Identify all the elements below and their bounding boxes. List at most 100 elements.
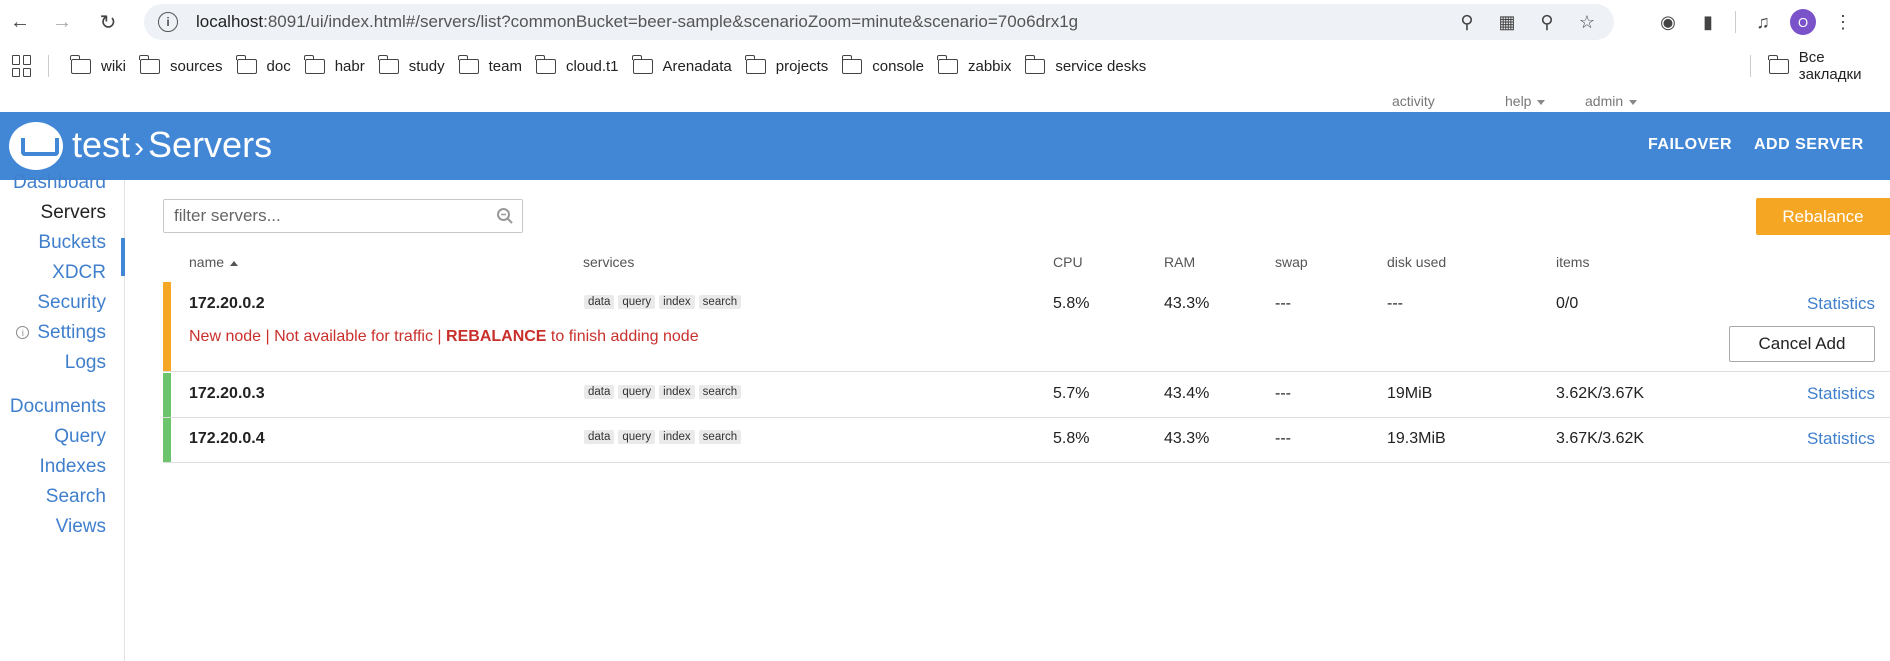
sidebar-item-label: Logs — [64, 352, 106, 373]
status-indicator — [163, 373, 171, 417]
column-header-swap[interactable]: swap — [1275, 254, 1308, 270]
column-header-services[interactable]: services — [583, 254, 634, 270]
server-row[interactable]: 172.20.0.3 data query index search 5.7% 43.… — [163, 373, 1890, 418]
all-bookmarks-label: Все закладки — [1798, 49, 1862, 83]
bookmark-item[interactable]: service desks — [1024, 54, 1146, 75]
server-name[interactable]: 172.20.0.4 — [189, 430, 265, 448]
bookmark-item[interactable]: doc — [235, 54, 291, 75]
admin-label: admin — [1585, 93, 1624, 109]
sidebar-item-views[interactable]: Views — [56, 516, 106, 538]
bookmark-item[interactable]: habr — [304, 54, 365, 75]
sidebar-item-label: XDCR — [52, 262, 106, 283]
back-arrow-icon[interactable]: ← — [2, 4, 38, 40]
reload-icon[interactable]: ↻ — [90, 4, 126, 40]
rebalance-button[interactable]: Rebalance — [1756, 198, 1890, 235]
sidebar-item-servers[interactable]: Servers — [41, 202, 106, 224]
sidebar-item-search[interactable]: Search — [46, 486, 106, 508]
translate-icon[interactable]: ▦ — [1494, 9, 1520, 35]
couchbase-logo-icon[interactable] — [9, 122, 63, 170]
sidebar-item-indexes[interactable]: Indexes — [39, 456, 106, 478]
bookmarks-divider — [1750, 55, 1751, 77]
address-bar[interactable]: i localhost:8091/ui/index.html#/servers/… — [144, 4, 1614, 40]
statistics-link[interactable]: Statistics — [1807, 429, 1875, 449]
sidebar-item-label: Query — [54, 426, 106, 447]
bookmark-item[interactable]: wiki — [70, 54, 126, 75]
activity-link[interactable]: activity — [1392, 93, 1435, 109]
menu-dots-icon[interactable]: ⋮ — [1830, 9, 1856, 35]
cancel-add-button[interactable]: Cancel Add — [1729, 326, 1875, 362]
star-icon[interactable]: ☆ — [1574, 9, 1600, 35]
sidebar-item-settings[interactable]: i Settings — [16, 322, 106, 344]
info-icon: i — [16, 326, 30, 340]
statistics-link[interactable]: Statistics — [1807, 294, 1875, 314]
server-row[interactable]: 172.20.0.2 data query index search 5.8% 43.… — [163, 282, 1890, 372]
column-header-disk[interactable]: disk used — [1387, 254, 1446, 270]
sidebar-item-buckets[interactable]: Buckets — [38, 232, 106, 254]
site-info-icon[interactable]: i — [158, 12, 178, 32]
server-ram: 43.3% — [1164, 295, 1210, 312]
bookmark-item[interactable]: study — [378, 54, 445, 75]
forward-arrow-icon[interactable]: → — [44, 4, 80, 40]
services-tags: data query index search — [584, 430, 742, 444]
server-name[interactable]: 172.20.0.3 — [189, 385, 265, 403]
url-text[interactable]: localhost:8091/ui/index.html#/servers/li… — [196, 12, 1078, 32]
service-tag: data — [584, 430, 615, 444]
server-swap: --- — [1275, 385, 1291, 402]
sidebar-item-documents[interactable]: Documents — [10, 396, 106, 418]
failover-button[interactable]: FAILOVER — [1648, 136, 1732, 154]
server-items: 3.67K/3.62K — [1556, 430, 1645, 447]
admin-menu[interactable]: admin — [1585, 93, 1638, 109]
server-ram: 43.4% — [1164, 385, 1210, 402]
bookmark-item[interactable]: Arenadata — [631, 54, 732, 75]
service-tag: index — [659, 430, 695, 444]
column-header-items[interactable]: items — [1556, 254, 1589, 270]
server-name[interactable]: 172.20.0.2 — [189, 295, 265, 313]
folder-icon — [378, 54, 399, 74]
service-tag: index — [659, 295, 695, 309]
help-menu[interactable]: help — [1505, 93, 1546, 109]
folder-icon — [937, 54, 958, 74]
all-bookmarks[interactable]: Все закладки — [1750, 48, 1890, 84]
server-row[interactable]: 172.20.0.4 data query index search 5.8% 43.… — [163, 418, 1890, 463]
bookmark-item[interactable]: projects — [745, 54, 828, 75]
cluster-name[interactable]: test — [72, 124, 130, 165]
sidebar-item-security[interactable]: Security — [37, 292, 106, 314]
bookmark-item[interactable]: cloud.t1 — [535, 54, 619, 75]
server-items: 3.62K/3.67K — [1556, 385, 1645, 402]
service-tag: search — [698, 430, 742, 444]
sidebar-item-label: Search — [45, 486, 106, 507]
sort-ascending-icon — [230, 260, 239, 266]
extensions-icon[interactable]: ▮ — [1695, 9, 1721, 35]
status-indicator — [163, 282, 171, 371]
bookmark-item[interactable]: team — [458, 54, 522, 75]
sidebar-item-dashboard[interactable]: Dashboard — [13, 172, 106, 194]
media-icon[interactable]: ♫ — [1750, 9, 1776, 35]
bookmark-label: study — [408, 57, 445, 75]
page-title: test › Servers — [72, 124, 272, 166]
service-tag: index — [659, 385, 695, 399]
page-name: Servers — [148, 124, 273, 165]
column-header-name[interactable]: name — [189, 254, 239, 270]
statistics-link[interactable]: Statistics — [1807, 384, 1875, 404]
folder-icon — [139, 54, 160, 74]
bookmark-item[interactable]: console — [841, 54, 924, 75]
apps-grid-icon[interactable] — [12, 55, 34, 77]
filter-servers-input[interactable] — [163, 199, 523, 233]
sidebar-item-logs[interactable]: Logs — [65, 352, 106, 374]
globe-icon[interactable]: ◉ — [1655, 9, 1681, 35]
bookmark-item[interactable]: zabbix — [937, 54, 1011, 75]
column-header-cpu[interactable]: CPU — [1053, 254, 1083, 270]
sidebar-item-label: Dashboard — [13, 172, 106, 193]
sidebar-item-xdcr[interactable]: XDCR — [52, 262, 106, 284]
url-host: localhost — [196, 12, 264, 31]
add-server-button[interactable]: ADD SERVER — [1754, 136, 1864, 154]
bookmark-item[interactable]: sources — [139, 54, 223, 75]
bookmarks-divider — [48, 55, 49, 77]
sidebar-item-query[interactable]: Query — [54, 426, 106, 448]
profile-avatar[interactable]: O — [1790, 9, 1816, 35]
column-header-ram[interactable]: RAM — [1164, 254, 1195, 270]
chevron-right-icon: › — [134, 131, 145, 164]
sidebar-item-label: Indexes — [39, 456, 106, 477]
zoom-icon[interactable]: ⚲ — [1534, 9, 1560, 35]
key-icon[interactable]: ⚲ — [1454, 9, 1480, 35]
